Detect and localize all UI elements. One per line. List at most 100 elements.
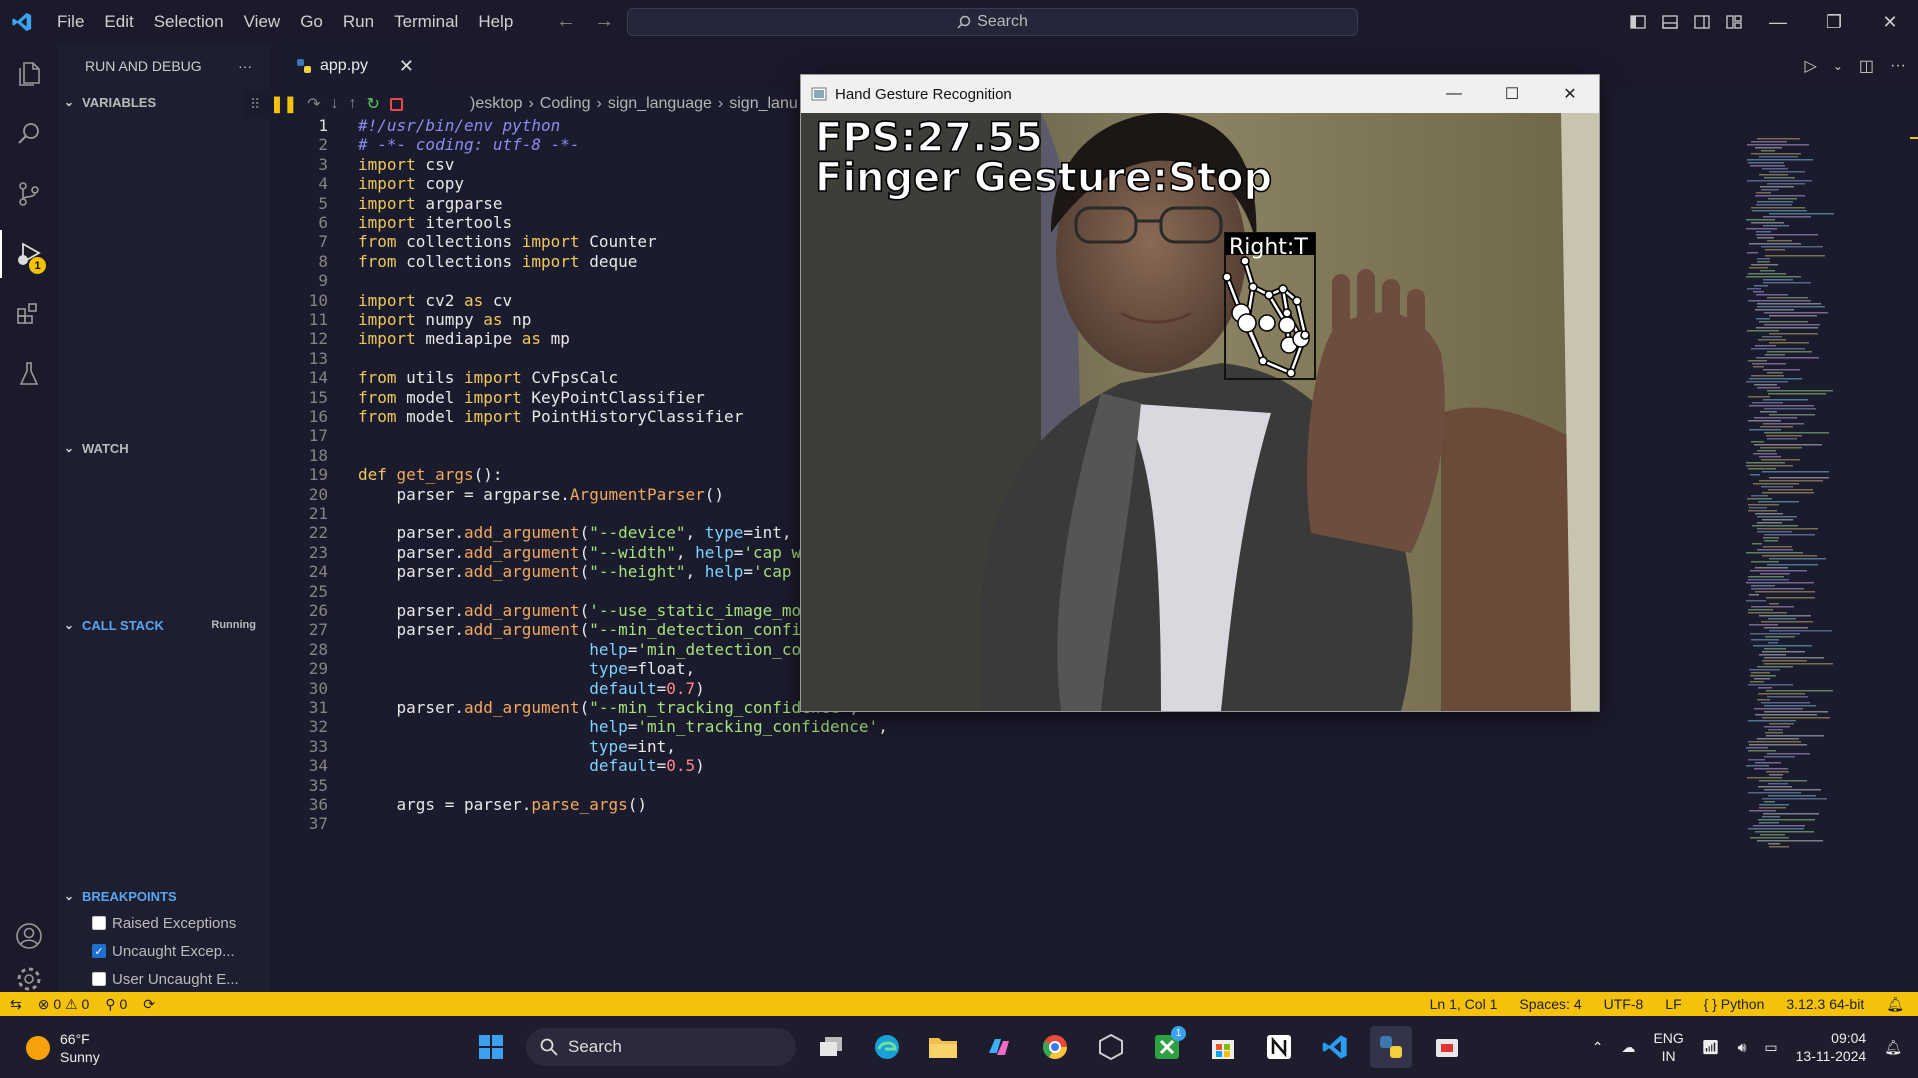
debug-status-icon[interactable]: ⟳ — [143, 996, 155, 1013]
breakpoint-raised-exceptions[interactable]: Raised Exceptions — [58, 910, 270, 936]
editor-more-actions-icon[interactable]: ··· — [1890, 57, 1906, 75]
windows-start-icon[interactable] — [470, 1026, 512, 1068]
clock[interactable]: 09:04 13-11-2024 — [1796, 1029, 1867, 1065]
watch-section[interactable]: ⌄ WATCH — [58, 436, 270, 460]
wifi-icon[interactable]: 📶︎ — [1702, 1039, 1720, 1056]
hand-gesture-window[interactable]: Hand Gesture Recognition — ☐ ✕ FPS:27.55… — [800, 74, 1600, 712]
menu-run[interactable]: Run — [334, 6, 383, 38]
toggle-panel-icon[interactable] — [1654, 0, 1686, 44]
show-hidden-icons-chevron-icon[interactable]: ⌃ — [1592, 1039, 1604, 1056]
split-editor-icon[interactable]: ◫ — [1859, 56, 1874, 76]
menu-edit[interactable]: Edit — [95, 6, 142, 38]
breakpoint-user-uncaught[interactable]: User Uncaught E... — [58, 966, 270, 992]
onedrive-cloud-icon[interactable]: ☁ — [1621, 1039, 1635, 1056]
encoding[interactable]: UTF-8 — [1604, 996, 1644, 1013]
breadcrumb-sign-language[interactable]: sign_language — [608, 95, 712, 113]
menu-file[interactable]: File — [48, 6, 93, 38]
battery-icon[interactable]: ▭ — [1764, 1039, 1777, 1056]
cursor-position[interactable]: Ln 1, Col 1 — [1430, 996, 1498, 1013]
menu-view[interactable]: View — [235, 6, 290, 38]
remote-indicator-icon[interactable]: ⇆ — [10, 996, 22, 1013]
taskbar-search[interactable]: Search — [526, 1028, 796, 1066]
step-out-icon[interactable]: ↑ — [348, 95, 356, 113]
unity-icon[interactable] — [1090, 1026, 1132, 1068]
python-interpreter[interactable]: 3.12.3 64-bit — [1786, 996, 1864, 1013]
cam-minimize-icon[interactable]: — — [1425, 75, 1483, 113]
settings-gear-icon[interactable] — [0, 964, 58, 994]
step-into-icon[interactable]: ↓ — [330, 95, 338, 113]
search-view-icon[interactable] — [0, 104, 58, 164]
run-dropdown-chevron-icon[interactable]: ⌄ — [1833, 59, 1843, 73]
camera-window-titlebar[interactable]: Hand Gesture Recognition — ☐ ✕ — [801, 75, 1599, 113]
toggle-primary-sidebar-icon[interactable] — [1622, 0, 1654, 44]
cam-maximize-icon[interactable]: ☐ — [1483, 75, 1541, 113]
menu-terminal[interactable]: Terminal — [385, 6, 467, 38]
breadcrumb-sign-lang-sub[interactable]: sign_lanu — [729, 95, 798, 113]
notification-center-icon[interactable]: 🔔︎ — [1884, 1039, 1902, 1056]
line-number: 26 — [308, 601, 328, 620]
notifications-bell-icon[interactable]: 🔔︎ — [1886, 996, 1904, 1013]
line-number: 10 — [308, 290, 328, 310]
close-icon[interactable]: ✕ — [1862, 0, 1918, 44]
pause-icon[interactable]: ❚❚ — [270, 94, 297, 114]
weather-widget[interactable]: 66°F Sunny — [26, 1030, 100, 1066]
copilot-icon[interactable] — [978, 1026, 1020, 1068]
back-arrow-icon[interactable]: ← — [556, 10, 576, 33]
toggle-secondary-sidebar-icon[interactable] — [1686, 0, 1718, 44]
python-taskbar-icon[interactable] — [1370, 1026, 1412, 1068]
ports-indicator[interactable]: ⚲ 0 — [105, 996, 127, 1013]
checkbox[interactable] — [92, 972, 106, 986]
call-stack-section[interactable]: ⌄ CALL STACK Running — [58, 613, 270, 637]
menu-help[interactable]: Help — [469, 6, 522, 38]
xbox-badge: 1 — [1171, 1026, 1186, 1041]
problems-indicator[interactable]: ⊗ 0 ⚠ 0 — [38, 996, 90, 1013]
overview-ruler[interactable] — [1902, 88, 1918, 992]
account-icon[interactable] — [0, 906, 58, 966]
indentation[interactable]: Spaces: 4 — [1519, 996, 1581, 1013]
input-language[interactable]: ENG IN — [1653, 1029, 1683, 1065]
stop-icon[interactable] — [389, 97, 403, 111]
volume-icon[interactable]: 🔊︎ — [1738, 1039, 1747, 1056]
menu-selection[interactable]: Selection — [145, 6, 233, 38]
command-center-search[interactable]: Search — [627, 8, 1358, 36]
taskbar-search-label: Search — [568, 1037, 622, 1056]
xbox-icon[interactable]: 1 — [1146, 1026, 1188, 1068]
close-tab-icon[interactable]: ✕ — [399, 56, 414, 77]
source-control-icon[interactable] — [0, 164, 58, 224]
checkbox[interactable] — [92, 916, 106, 930]
task-view-icon[interactable] — [810, 1026, 852, 1068]
forward-arrow-icon[interactable]: → — [594, 10, 614, 33]
tab-app-py[interactable]: app.py ✕ — [280, 44, 428, 88]
breakpoint-uncaught-exceptions[interactable]: ✓ Uncaught Excep... — [58, 938, 270, 964]
cam-close-icon[interactable]: ✕ — [1541, 75, 1599, 113]
variables-section[interactable]: ⌄ VARIABLES — [58, 90, 270, 114]
chrome-icon[interactable] — [1034, 1026, 1076, 1068]
step-over-icon[interactable]: ↷ — [307, 94, 320, 114]
restart-icon[interactable]: ↻ — [366, 94, 379, 114]
file-explorer-icon[interactable] — [922, 1026, 964, 1068]
language-mode[interactable]: { } Python — [1704, 996, 1765, 1013]
restore-icon[interactable]: ❐ — [1806, 0, 1862, 44]
run-python-file-icon[interactable]: ▷ — [1805, 56, 1817, 76]
vscode-taskbar-icon[interactable] — [1314, 1026, 1356, 1068]
minimize-icon[interactable]: — — [1750, 0, 1806, 44]
more-actions-icon[interactable]: ··· — [238, 58, 252, 74]
run-and-debug-icon[interactable]: 1 — [0, 224, 58, 284]
activity-bar: 1 — [0, 44, 58, 992]
notion-icon[interactable] — [1258, 1026, 1300, 1068]
customize-layout-icon[interactable] — [1718, 0, 1750, 44]
testing-flask-icon[interactable] — [0, 344, 58, 404]
microsoft-store-icon[interactable] — [1202, 1026, 1244, 1068]
breakpoints-section[interactable]: ⌄ BREAKPOINTS — [58, 884, 270, 908]
breadcrumb-coding[interactable]: Coding — [540, 95, 591, 113]
drag-handle-icon[interactable]: ⠿ — [250, 96, 260, 113]
extensions-icon[interactable] — [0, 284, 58, 344]
snipping-tool-icon[interactable] — [1426, 1026, 1468, 1068]
minimap[interactable] — [1740, 88, 1880, 992]
explorer-icon[interactable] — [0, 44, 58, 104]
edge-browser-icon[interactable] — [866, 1026, 908, 1068]
menu-go[interactable]: Go — [291, 6, 332, 38]
end-of-line[interactable]: LF — [1665, 996, 1681, 1013]
checkbox-checked[interactable]: ✓ — [92, 944, 106, 958]
breadcrumb-desktop[interactable]: )esktop — [470, 95, 522, 113]
